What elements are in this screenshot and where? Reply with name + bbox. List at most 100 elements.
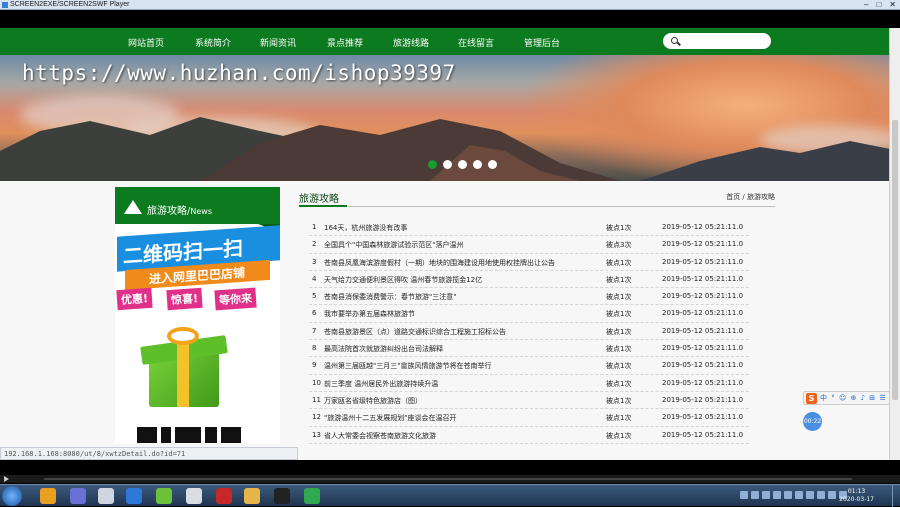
click-count: 被点1次 bbox=[606, 293, 632, 302]
app-icon[interactable] bbox=[98, 488, 114, 504]
row-number: 12 bbox=[312, 413, 321, 422]
tray-icon[interactable] bbox=[806, 491, 814, 499]
breadcrumb[interactable]: 首页 / 旅游攻略 bbox=[726, 192, 775, 202]
app-icon[interactable] bbox=[156, 488, 172, 504]
slide-dot[interactable] bbox=[458, 160, 467, 169]
search-input[interactable] bbox=[663, 33, 771, 49]
start-button[interactable] bbox=[2, 486, 22, 506]
row-number: 10 bbox=[312, 378, 321, 387]
app-icon[interactable] bbox=[70, 488, 86, 504]
qq-icon[interactable] bbox=[274, 488, 290, 504]
browser-viewport: 网站首页 系统简介 新闻资讯 景点推荐 旅游线路 在线留言 管理后台 https… bbox=[0, 28, 890, 460]
tray-icon[interactable] bbox=[795, 491, 803, 499]
tray-icon[interactable] bbox=[773, 491, 781, 499]
table-row[interactable]: 5 苍南县消保委消费警示：春节旅游"三注意" 被点1次 2019-05-12 05:2… bbox=[309, 288, 749, 306]
article-title-link[interactable]: 苍南县消保委消费警示：春节旅游"三注意" bbox=[324, 292, 604, 302]
taskbar-clock[interactable]: 01:13 2020-03-17 bbox=[839, 488, 874, 504]
click-count: 被点3次 bbox=[606, 241, 632, 250]
publish-date: 2019-05-12 05:21:11.0 bbox=[662, 361, 744, 370]
browser-icon[interactable] bbox=[126, 488, 142, 504]
row-number: 4 bbox=[312, 274, 317, 283]
table-row[interactable]: 9 温州第三届瓯越"三月三"畲族风情旅游节将在苍南举行 被点1次 2019-05-12… bbox=[309, 357, 749, 375]
maximize-button[interactable]: □ bbox=[876, 0, 881, 9]
publish-date: 2019-05-12 05:21:11.0 bbox=[662, 257, 744, 266]
table-row[interactable]: 7 苍南县旅游景区（点）道路交通标识综合工程施工招标公告 被点1次 2019-05-1… bbox=[309, 323, 749, 341]
row-number: 1 bbox=[312, 223, 317, 231]
click-count: 被点1次 bbox=[606, 345, 632, 354]
slide-dot[interactable] bbox=[443, 160, 452, 169]
tray-icon[interactable] bbox=[762, 491, 770, 499]
close-button[interactable]: ✕ bbox=[889, 0, 896, 9]
player-controls bbox=[0, 475, 900, 483]
click-count: 被点1次 bbox=[606, 310, 632, 319]
promo-header-title: 旅游攻略/ bbox=[147, 206, 191, 217]
article-title-link[interactable]: 天气给力交通便利景区得吹 温州春节旅游揽金12亿 bbox=[324, 275, 604, 285]
promo-tag: 惊喜! bbox=[166, 287, 203, 311]
article-title-link[interactable]: "旅游温州十二五发展规划"座谈会在温召开 bbox=[324, 413, 604, 423]
nav-messages[interactable]: 在线留言 bbox=[458, 36, 494, 49]
click-count: 被点1次 bbox=[606, 275, 632, 284]
tray-icon[interactable] bbox=[751, 491, 759, 499]
article-title-link[interactable]: 我市要举办第五届森林旅游节 bbox=[324, 309, 604, 319]
article-title-link[interactable]: 前三季度 温州居民外出旅游持续升温 bbox=[324, 379, 604, 389]
publish-date: 2019-05-12 05:21:11.0 bbox=[662, 430, 744, 439]
nav-attractions[interactable]: 景点推荐 bbox=[327, 36, 363, 49]
publish-date: 2019-05-12 05:21:11.0 bbox=[662, 395, 744, 404]
promo-tags: 优惠! 惊喜! 等你来 bbox=[116, 287, 257, 313]
table-row[interactable]: 4 天气给力交通便利景区得吹 温州春节旅游揽金12亿 被点1次 2019-05-12 … bbox=[309, 271, 749, 289]
row-number: 5 bbox=[312, 292, 317, 301]
tray-icon[interactable] bbox=[740, 491, 748, 499]
seek-track[interactable] bbox=[44, 478, 852, 480]
article-title-link[interactable]: 164天，杭州旅游没有改事 bbox=[324, 223, 604, 233]
article-title-link[interactable]: 最高法院首次就旅游纠纷出台司法解释 bbox=[324, 344, 604, 354]
promo-sidebar: 旅游攻略/News 二维码扫一扫 进入网里巴巴店铺 优惠! 惊喜! 等你来 bbox=[115, 187, 280, 443]
float-timer-bubble[interactable]: 00:22 bbox=[803, 412, 822, 431]
table-row[interactable]: 8 最高法院首次就旅游纠纷出台司法解释 被点1次 2019-05-12 05:21:1… bbox=[309, 340, 749, 358]
row-number: 3 bbox=[312, 257, 317, 266]
app-icon[interactable] bbox=[304, 488, 320, 504]
click-count: 被点1次 bbox=[606, 327, 632, 336]
tray-icon[interactable] bbox=[784, 491, 792, 499]
nav-home[interactable]: 网站首页 bbox=[128, 36, 164, 49]
nav-intro[interactable]: 系统简介 bbox=[195, 36, 231, 49]
article-title-link[interactable]: 全国具个"中国森林旅游试验示范区"落户温州 bbox=[324, 240, 604, 250]
table-row[interactable]: 2 全国具个"中国森林旅游试验示范区"落户温州 被点3次 2019-05-12 05:… bbox=[309, 236, 749, 254]
table-row[interactable]: 12 "旅游温州十二五发展规划"座谈会在温召开 被点1次 2019-05-12 05:… bbox=[309, 409, 749, 427]
folder-icon[interactable] bbox=[244, 488, 260, 504]
slide-dot[interactable] bbox=[488, 160, 497, 169]
flash-icon[interactable] bbox=[216, 488, 232, 504]
nav-routes[interactable]: 旅游线路 bbox=[393, 36, 429, 49]
table-row[interactable]: 1 164天，杭州旅游没有改事 被点1次 2019-05-12 05:21:11.0 bbox=[309, 219, 749, 237]
article-title-link[interactable]: 苍南县旅游景区（点）道路交通标识综合工程施工招标公告 bbox=[324, 327, 604, 337]
nav-news[interactable]: 新闻资讯 bbox=[260, 36, 296, 49]
article-title-link[interactable]: 万家瓯名省级特色旅游店（图） bbox=[324, 396, 604, 406]
page-scrollbar[interactable] bbox=[889, 28, 900, 460]
scrollbar-thumb[interactable] bbox=[892, 120, 898, 400]
app-icon bbox=[2, 2, 8, 8]
show-desktop-button[interactable] bbox=[892, 485, 900, 507]
promo-header: 旅游攻略/News bbox=[115, 187, 280, 224]
tray-icon[interactable] bbox=[828, 491, 836, 499]
tray-icon[interactable] bbox=[817, 491, 825, 499]
window-title: SCREEN2EXE/SCREEN2SWF Player bbox=[10, 1, 130, 8]
article-title-link[interactable]: 温州第三届瓯越"三月三"畲族风情旅游节将在苍南举行 bbox=[324, 361, 604, 371]
table-row[interactable]: 11 万家瓯名省级特色旅游店（图） 被点1次 2019-05-12 05:21:11.… bbox=[309, 392, 749, 410]
table-row[interactable]: 3 苍南县凤凰海滨游度假村（一期）地块的围海建设用地使用权挂牌出让公告 被点1次 20… bbox=[309, 254, 749, 271]
minimize-button[interactable]: – bbox=[864, 0, 868, 9]
slide-dot[interactable] bbox=[473, 160, 482, 169]
table-row[interactable]: 6 我市要举办第五届森林旅游节 被点1次 2019-05-12 05:21:11.0 bbox=[309, 305, 749, 323]
table-row[interactable]: 10 前三季度 温州居民外出旅游持续升温 被点1次 2019-05-12 05:21:… bbox=[309, 375, 749, 392]
publish-date: 2019-05-12 05:21:11.0 bbox=[662, 309, 744, 318]
publish-date: 2019-05-12 05:21:11.0 bbox=[662, 240, 744, 249]
main-nav: 网站首页 系统简介 新闻资讯 景点推荐 旅游线路 在线留言 管理后台 bbox=[0, 28, 890, 55]
nav-admin[interactable]: 管理后台 bbox=[524, 36, 560, 49]
slide-dot[interactable] bbox=[428, 160, 437, 169]
article-title-link[interactable]: 省人大常委会视察苍南旅游文化旅游 bbox=[324, 431, 604, 441]
play-icon[interactable] bbox=[4, 476, 9, 482]
ime-toolbar[interactable]: S 中 ° ☺ ⊕ ♪ ⊞ ☰ ⋯ bbox=[803, 391, 890, 405]
article-title-link[interactable]: 苍南县凤凰海滨游度假村（一期）地块的围海建设用地使用权挂牌出让公告 bbox=[324, 258, 604, 268]
chrome-icon[interactable] bbox=[40, 488, 56, 504]
publish-date: 2019-05-12 05:21:11.0 bbox=[662, 413, 744, 422]
document-icon[interactable] bbox=[186, 488, 202, 504]
table-row[interactable]: 13 省人大常委会视察苍南旅游文化旅游 被点1次 2019-05-12 05:21:1… bbox=[309, 427, 749, 444]
